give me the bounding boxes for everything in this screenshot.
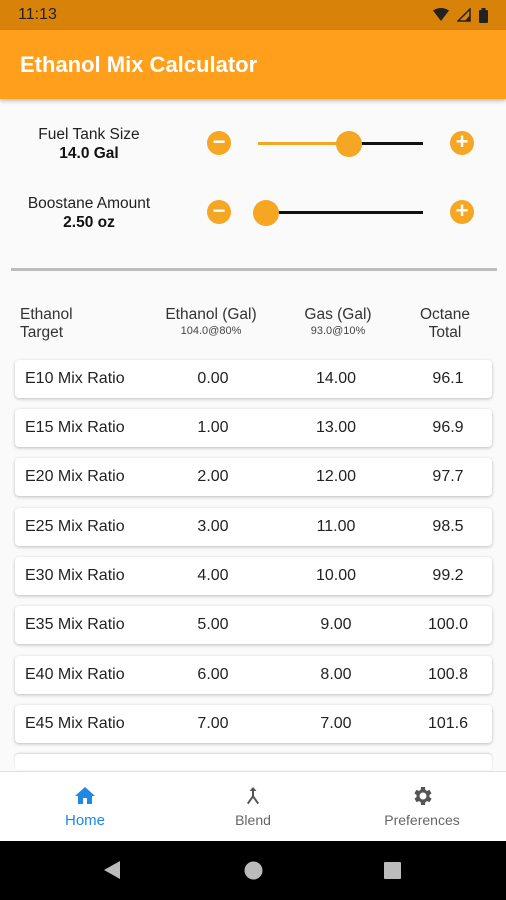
boostane-slider-thumb[interactable] xyxy=(253,199,280,226)
row-ethanol: 6.00 xyxy=(197,666,229,683)
row-octane: 100.0 xyxy=(427,616,469,633)
header-gas: Gas (Gal) 93.0@10% xyxy=(278,306,398,337)
row-gas: 10.00 xyxy=(315,567,357,584)
boostane-increase-button[interactable]: + xyxy=(450,200,474,224)
row-ethanol: 4.00 xyxy=(197,567,229,584)
row-octane: 97.7 xyxy=(432,468,464,485)
nav-home[interactable]: Home xyxy=(25,784,145,829)
table-row[interactable]: E15 Mix Ratio 1.00 13.00 96.9 xyxy=(15,409,492,447)
row-ethanol: 3.00 xyxy=(197,518,229,535)
row-octane: 100.8 xyxy=(427,666,469,683)
row-ethanol: 0.00 xyxy=(197,370,229,387)
row-octane: 96.1 xyxy=(432,370,464,387)
row-label: E30 Mix Ratio xyxy=(25,567,125,584)
boostane-slider[interactable] xyxy=(253,199,423,226)
header-ethanol-sub: 104.0@80% xyxy=(180,325,242,337)
row-label: E25 Mix Ratio xyxy=(25,518,125,535)
row-gas: 8.00 xyxy=(320,666,352,683)
table-row[interactable]: E35 Mix Ratio 5.00 9.00 100.0 xyxy=(15,606,492,644)
table-row-partial xyxy=(15,754,492,770)
boostane-amount-row: Boostane Amount 2.50 oz − + xyxy=(0,193,506,239)
table-row[interactable]: E40 Mix Ratio 6.00 8.00 100.8 xyxy=(15,656,492,694)
row-ethanol: 7.00 xyxy=(197,715,229,732)
row-octane: 96.9 xyxy=(432,419,464,436)
home-circle-icon[interactable] xyxy=(244,861,263,885)
row-gas: 11.00 xyxy=(316,518,356,535)
row-octane: 98.5 xyxy=(432,518,464,535)
boostane-amount-value: 2.50 oz xyxy=(63,214,115,231)
wifi-icon xyxy=(433,8,449,22)
header-gas-sub: 93.0@10% xyxy=(310,325,366,337)
boostane-amount-label: Boostane Amount 2.50 oz xyxy=(0,195,178,232)
fuel-tank-slider-thumb[interactable] xyxy=(335,130,362,157)
back-icon[interactable] xyxy=(103,860,121,885)
table-row[interactable]: E25 Mix Ratio 3.00 11.00 98.5 xyxy=(15,508,492,546)
row-label: E20 Mix Ratio xyxy=(25,468,125,485)
row-octane: 101.6 xyxy=(427,715,469,732)
fuel-tank-increase-button[interactable]: + xyxy=(450,131,474,155)
row-gas: 9.00 xyxy=(320,616,352,633)
status-bar: 11:13 xyxy=(0,0,506,30)
row-ethanol: 5.00 xyxy=(197,616,229,633)
header-ethanol: Ethanol (Gal) 104.0@80% xyxy=(151,306,271,337)
nav-preferences[interactable]: Preferences xyxy=(362,784,482,828)
fuel-tank-decrease-button[interactable]: − xyxy=(207,131,231,155)
header-ethanol-label: Ethanol (Gal) xyxy=(165,306,257,323)
app-bar: Ethanol Mix Calculator xyxy=(0,30,506,99)
row-label: E40 Mix Ratio xyxy=(25,666,125,683)
table-row[interactable]: E45 Mix Ratio 7.00 7.00 101.6 xyxy=(15,705,492,743)
divider xyxy=(11,268,497,271)
app-title: Ethanol Mix Calculator xyxy=(20,51,258,77)
status-time: 11:13 xyxy=(18,6,57,23)
nav-preferences-label: Preferences xyxy=(384,812,460,828)
nav-blend-label: Blend xyxy=(235,812,271,828)
system-nav-bar xyxy=(0,841,506,900)
gear-icon xyxy=(362,784,482,808)
row-octane: 99.2 xyxy=(432,567,464,584)
merge-icon xyxy=(193,784,313,808)
row-label: E10 Mix Ratio xyxy=(25,370,125,387)
row-ethanol: 1.00 xyxy=(197,419,229,436)
row-gas: 12.00 xyxy=(315,468,357,485)
nav-blend[interactable]: Blend xyxy=(193,784,313,828)
bottom-nav: Home Blend Preferences xyxy=(0,771,506,841)
row-gas: 7.00 xyxy=(320,715,352,732)
fuel-tank-size-row: Fuel Tank Size 14.0 Gal − + xyxy=(0,124,506,170)
fuel-tank-size-label: Fuel Tank Size 14.0 Gal xyxy=(0,126,178,163)
fuel-tank-slider[interactable] xyxy=(258,130,423,157)
header-gas-label: Gas (Gal) xyxy=(304,306,372,323)
row-label: E45 Mix Ratio xyxy=(25,715,125,732)
boostane-decrease-button[interactable]: − xyxy=(207,200,231,224)
battery-icon xyxy=(479,7,488,23)
header-octane-total: Octane Total xyxy=(420,306,470,341)
row-label: E15 Mix Ratio xyxy=(25,419,125,436)
header-ethanol-target: Ethanol Target xyxy=(20,306,73,341)
table-row[interactable]: E30 Mix Ratio 4.00 10.00 99.2 xyxy=(15,557,492,595)
row-label: E35 Mix Ratio xyxy=(25,616,125,633)
table-row[interactable]: E20 Mix Ratio 2.00 12.00 97.7 xyxy=(15,458,492,496)
fuel-tank-size-value: 14.0 Gal xyxy=(59,145,119,162)
row-gas: 14.00 xyxy=(315,370,357,387)
nav-home-label: Home xyxy=(64,812,105,829)
recents-icon[interactable] xyxy=(384,862,401,884)
fuel-tank-size-name: Fuel Tank Size xyxy=(38,126,140,143)
cellular-icon xyxy=(457,8,471,22)
row-ethanol: 2.00 xyxy=(197,468,229,485)
table-header: Ethanol Target Ethanol (Gal) 104.0@80% G… xyxy=(0,306,506,346)
boostane-amount-name: Boostane Amount xyxy=(27,195,151,212)
table-row[interactable]: E10 Mix Ratio 0.00 14.00 96.1 xyxy=(15,360,492,398)
home-icon xyxy=(25,784,145,808)
row-gas: 13.00 xyxy=(315,419,357,436)
